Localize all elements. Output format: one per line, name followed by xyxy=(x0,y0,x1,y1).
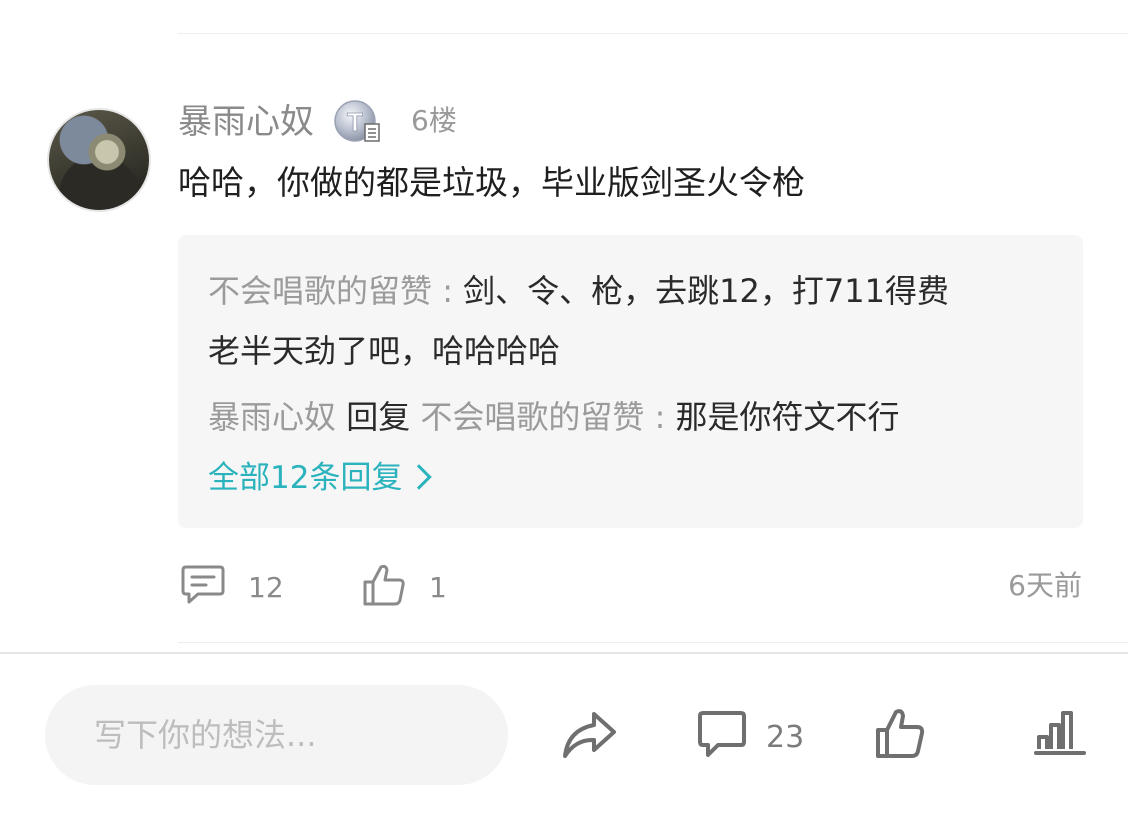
comment-count: 12 xyxy=(248,570,284,604)
comment-text: 哈哈，你做的都是垃圾，毕业版剑圣火令枪 xyxy=(178,163,805,202)
comment-divider xyxy=(178,642,1128,643)
comment-like-button[interactable]: 1 xyxy=(361,562,447,612)
reply-author[interactable]: 不会唱歌的留赞 xyxy=(208,272,432,310)
bottom-like-button[interactable] xyxy=(874,706,926,764)
stats-icon xyxy=(1034,709,1086,761)
reply-target[interactable]: 不会唱歌的留赞 xyxy=(420,398,644,436)
comment-username[interactable]: 暴雨心奴 xyxy=(178,100,314,144)
reply-text-continued: 老半天劲了吧，哈哈哈哈 xyxy=(208,332,561,370)
bottom-bar-divider xyxy=(0,652,1128,654)
reply-preview-box[interactable]: 不会唱歌的留赞 : 剑、令、枪，去跳12，打711得费 老半天劲了吧，哈哈哈哈 … xyxy=(178,235,1083,528)
reply-text: 剑、令、枪，去跳12，打711得费 xyxy=(463,272,949,310)
reply-item[interactable]: 不会唱歌的留赞 : 剑、令、枪，去跳12，打711得费 xyxy=(208,261,949,321)
all-replies-link[interactable]: 全部12条回复 xyxy=(208,453,433,503)
comment-input[interactable] xyxy=(92,715,476,755)
avatar[interactable] xyxy=(47,108,151,212)
chevron-right-icon xyxy=(406,463,433,490)
reply-word: 回复 xyxy=(336,398,421,436)
like-count: 1 xyxy=(429,570,447,604)
comment-reply-button[interactable]: 12 xyxy=(180,563,284,611)
thumbs-up-icon xyxy=(874,706,926,764)
floor-number: 6楼 xyxy=(411,104,457,137)
badge-letter: T xyxy=(347,107,363,137)
bottom-comment-button[interactable]: 23 xyxy=(696,709,804,765)
level-badge-icon: T xyxy=(333,98,381,144)
top-divider xyxy=(178,33,1128,34)
comment-icon xyxy=(180,563,226,611)
reply-text: 那是你符文不行 xyxy=(675,398,900,436)
reply-author[interactable]: 暴雨心奴 xyxy=(208,398,336,436)
reply-item[interactable]: 暴雨心奴 回复 不会唱歌的留赞 : 那是你符文不行 xyxy=(208,387,900,447)
stats-button[interactable] xyxy=(1034,709,1086,761)
bottom-comment-count: 23 xyxy=(766,719,805,755)
all-replies-label: 全部12条回复 xyxy=(208,460,403,496)
reply-separator: : xyxy=(432,272,464,310)
thumbs-up-icon xyxy=(361,562,407,612)
share-icon xyxy=(560,708,618,766)
share-button[interactable] xyxy=(560,708,618,766)
comment-input-container[interactable] xyxy=(45,685,508,785)
comment-time: 6天前 xyxy=(1008,569,1082,602)
comment-icon xyxy=(696,709,748,765)
reply-separator: : xyxy=(644,398,676,436)
